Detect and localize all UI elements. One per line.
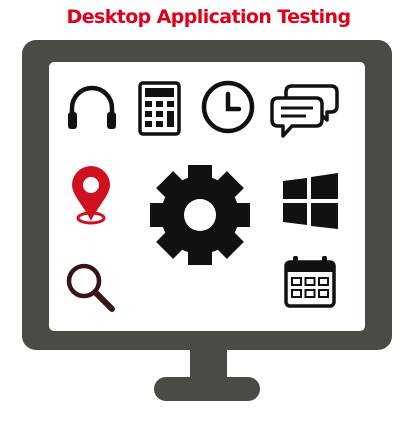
desktop-monitor-illustration [22, 40, 392, 401]
gear-icon [150, 165, 250, 265]
monitor-base [154, 377, 260, 401]
